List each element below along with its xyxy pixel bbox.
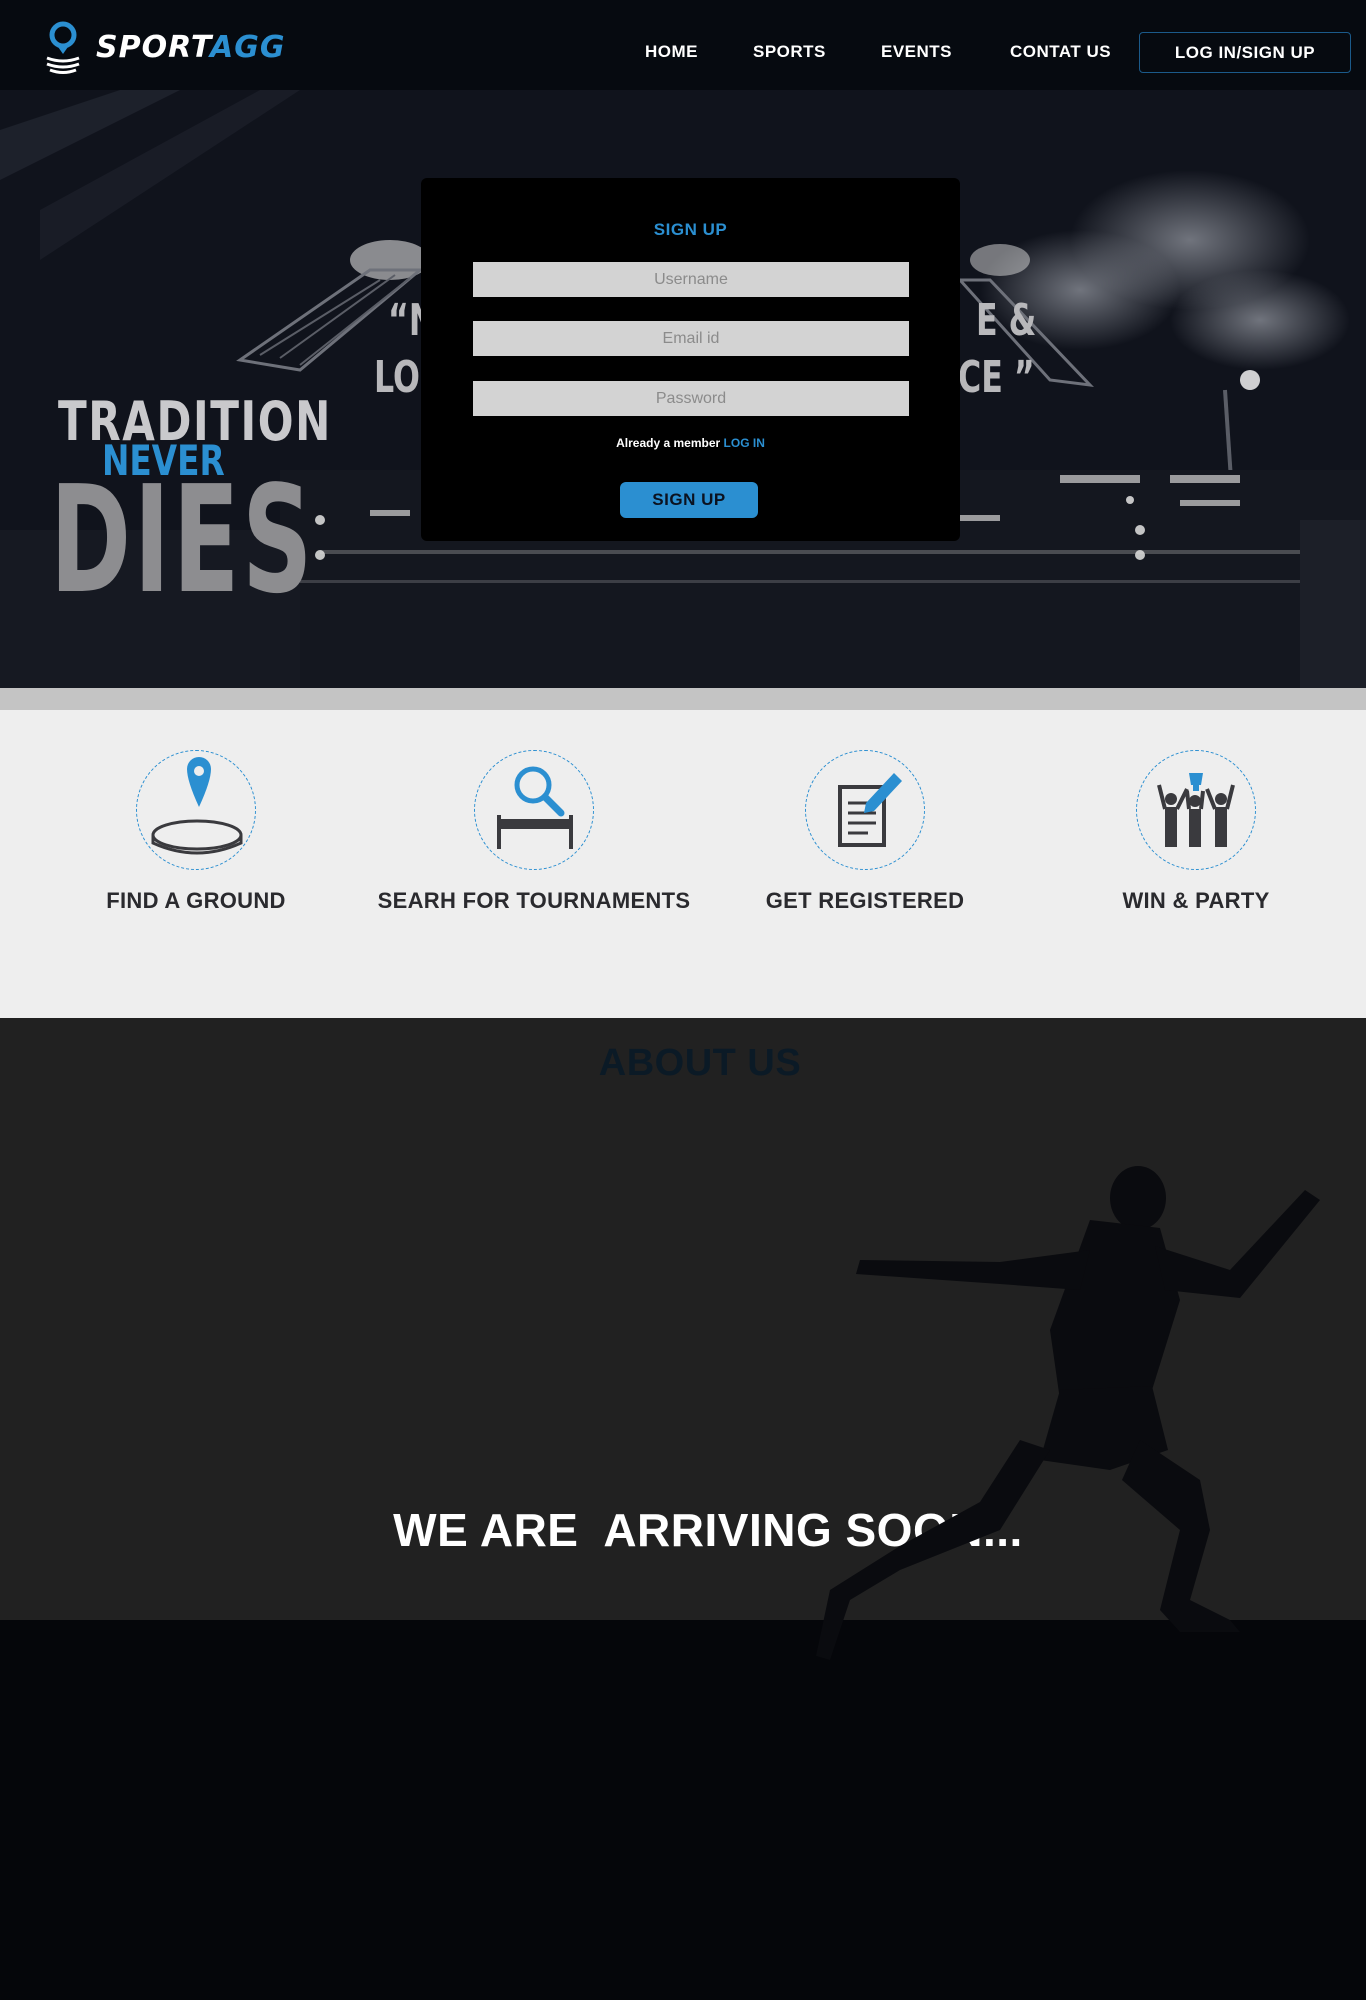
- signup-modal: SIGN UP Already a member LOG IN SIGN UP: [421, 178, 960, 541]
- nav-home[interactable]: HOME: [645, 42, 698, 62]
- feature-search-tournaments[interactable]: SEARH FOR TOURNAMENTS: [364, 750, 704, 914]
- sportagg-logo[interactable]: SPORTAGG: [42, 20, 322, 76]
- feature-label: GET REGISTERED: [765, 888, 965, 913]
- password-input[interactable]: [473, 381, 909, 416]
- document-pencil-icon: [805, 750, 925, 870]
- nav-events[interactable]: EVENTS: [881, 42, 952, 62]
- feature-label: FIND A GROUND: [106, 888, 286, 913]
- logo-wordmark: SPORTAGG: [96, 30, 286, 65]
- page-bottom: [0, 1620, 1366, 2000]
- feature-get-registered[interactable]: GET REGISTERED: [695, 750, 1035, 914]
- hero-quote-line1-end: E &: [976, 295, 1037, 346]
- login-signup-button[interactable]: LOG IN/SIGN UP: [1139, 32, 1351, 73]
- celebration-icon: [1136, 750, 1256, 870]
- hero-divider: [0, 688, 1366, 710]
- already-member-row: Already a member LOG IN: [421, 436, 960, 450]
- nav-contact[interactable]: CONTAT US: [1010, 42, 1111, 62]
- login-link[interactable]: LOG IN: [724, 436, 765, 450]
- feature-label: WIN & PARTY: [1122, 888, 1270, 913]
- feature-label: SEARH FOR TOURNAMENTS: [377, 888, 691, 913]
- about-title: ABOUT US: [598, 1042, 802, 1084]
- username-input[interactable]: [473, 262, 909, 297]
- feature-find-ground[interactable]: FIND A GROUND: [26, 750, 366, 914]
- email-input[interactable]: [473, 321, 909, 356]
- runner-silhouette: [816, 1166, 1320, 1660]
- features-section: FIND A GROUND SEARH FOR TOURNAMENTS GET …: [0, 710, 1366, 1018]
- top-header: SPORTAGG HOME SPORTS EVENTS CONTAT US LO…: [0, 0, 1366, 90]
- signup-submit-button[interactable]: SIGN UP: [620, 482, 758, 518]
- logo-pin-icon: [46, 21, 80, 74]
- already-member-text: Already a member: [616, 436, 721, 450]
- magnifier-icon: [474, 750, 594, 870]
- map-pin-icon: [136, 750, 256, 870]
- hero-quote-line2-end: CE ”: [958, 352, 1035, 403]
- nav-sports[interactable]: SPORTS: [753, 42, 826, 62]
- feature-win-party[interactable]: WIN & PARTY: [1026, 750, 1366, 914]
- signup-title: SIGN UP: [653, 220, 728, 239]
- tagline-dies: DIES: [50, 454, 316, 626]
